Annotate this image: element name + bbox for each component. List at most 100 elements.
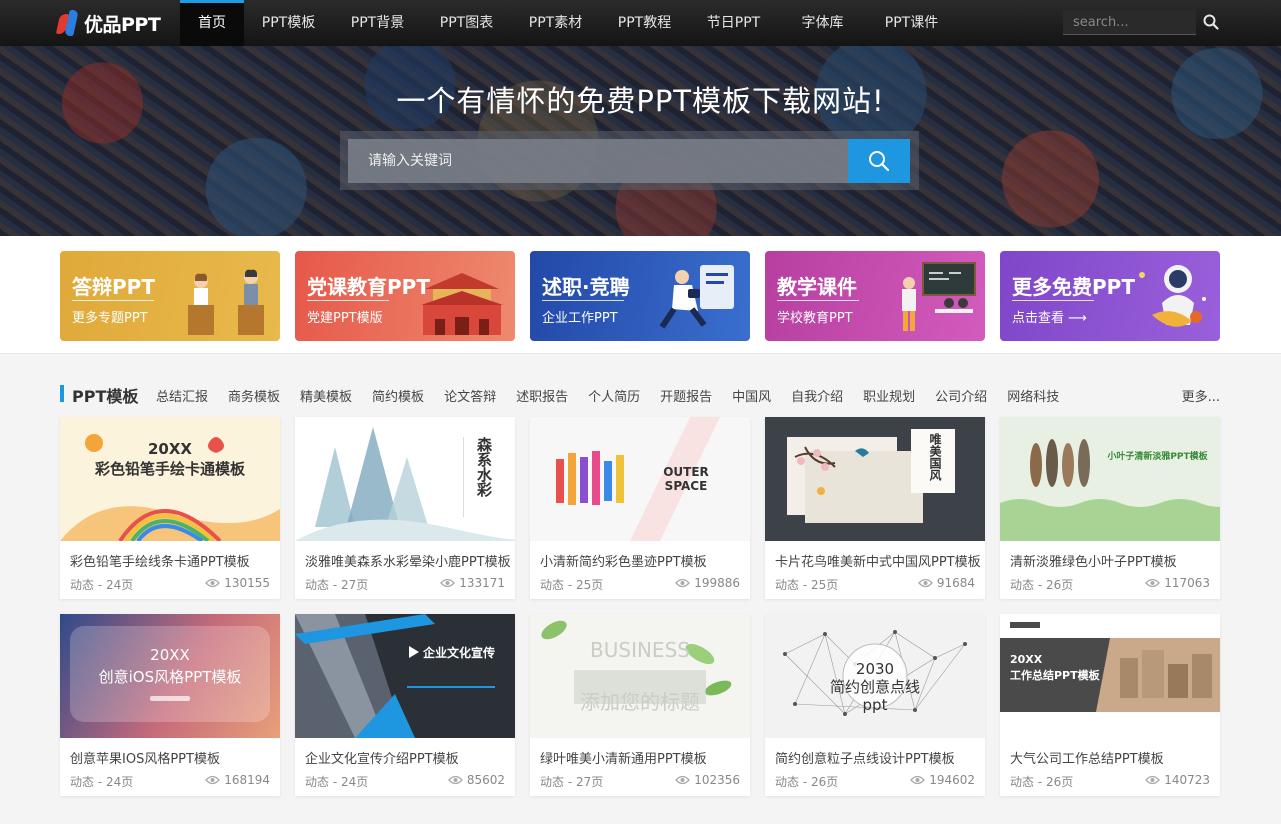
template-title[interactable]: 卡片花鸟唯美新中式中国风PPT模板	[775, 551, 980, 570]
template-title[interactable]: 简约创意粒子点线设计PPT模板	[775, 748, 980, 767]
template-card[interactable]: 唯美国风 卡片花鸟唯美新中式中国风PPT模板 动态 - 25页 91684	[765, 417, 985, 599]
tag-work-report[interactable]: 述职报告	[516, 386, 568, 405]
debate-illustration-icon	[188, 269, 264, 335]
view-count-value: 91684	[936, 576, 975, 590]
tag-chinese-style[interactable]: 中国风	[732, 386, 771, 405]
hero-search-box	[340, 131, 919, 190]
tag-summary-report[interactable]: 总结汇报	[156, 386, 208, 405]
thumbnail-title: 森系水彩	[475, 437, 493, 497]
template-card[interactable]: 20XX 彩色铅笔手绘卡通模板 彩色铅笔手绘线条卡通PPT模板 动态 - 24页…	[60, 417, 280, 599]
template-meta: 动态 - 25页	[775, 578, 839, 592]
template-card[interactable]: 20XX 创意iOS风格PPT模板 创意苹果IOS风格PPT模板 动态 - 24…	[60, 614, 280, 796]
template-card[interactable]: 企业文化宣传 企业文化宣传介绍PPT模板 动态 - 24页 85602	[295, 614, 515, 796]
template-meta: 动态 - 26页	[1010, 775, 1074, 789]
thumbnail-title: 唯美国风	[928, 433, 942, 481]
nav-ppt-backgrounds[interactable]: PPT背景	[333, 0, 422, 46]
thumbnail-title: BUSINESS 添加您的标题	[580, 638, 700, 714]
category-subtitle: 党建PPT模版	[307, 311, 383, 326]
eye-icon	[675, 578, 691, 588]
thumbnail-title: 20XX 工作总结PPT模板	[1010, 653, 1100, 682]
tag-exquisite[interactable]: 精美模板	[300, 386, 352, 405]
nav-ppt-charts[interactable]: PPT图表	[422, 0, 511, 46]
eye-icon	[917, 578, 933, 588]
template-title[interactable]: 大气公司工作总结PPT模板	[1010, 748, 1215, 767]
category-party-education-ppt[interactable]: 党课教育PPT 党建PPT模版	[295, 251, 515, 341]
more-link[interactable]: 更多...	[1182, 386, 1220, 405]
view-count-value: 140723	[1164, 773, 1210, 787]
template-card[interactable]: 小叶子清新淡雅PPT模板 清新淡雅绿色小叶子PPT模板 动态 - 26页 117…	[1000, 417, 1220, 599]
tag-resume[interactable]: 个人简历	[588, 386, 640, 405]
nav-ppt-materials[interactable]: PPT素材	[511, 0, 600, 46]
template-thumbnail[interactable]: 2030 简约创意点线ppt	[765, 614, 985, 738]
nav-holiday-ppt[interactable]: 节日PPT	[689, 0, 778, 46]
eye-icon	[205, 578, 221, 588]
template-thumbnail[interactable]: OUTER SPACE	[530, 417, 750, 541]
tag-company-intro[interactable]: 公司介绍	[935, 386, 987, 405]
template-title[interactable]: 绿叶唯美小清新通用PPT模板	[540, 748, 745, 767]
template-card[interactable]: 2030 简约创意点线ppt 简约创意粒子点线设计PPT模板 动态 - 26页 …	[765, 614, 985, 796]
tag-self-intro[interactable]: 自我介绍	[791, 386, 843, 405]
tag-simple[interactable]: 简约模板	[372, 386, 424, 405]
view-count: 194602	[910, 773, 975, 787]
template-thumbnail[interactable]: 20XX 彩色铅笔手绘卡通模板	[60, 417, 280, 541]
top-search-input[interactable]	[1063, 10, 1196, 34]
tag-thesis-defense[interactable]: 论文答辩	[444, 386, 496, 405]
tag-business[interactable]: 商务模板	[228, 386, 280, 405]
template-thumbnail[interactable]: BUSINESS 添加您的标题	[530, 614, 750, 738]
template-title[interactable]: 创意苹果IOS风格PPT模板	[70, 748, 275, 767]
category-more-free-ppt[interactable]: 更多免费PPT 点击查看 ⟶	[1000, 251, 1220, 341]
category-report-competition[interactable]: 述职·竞聘 企业工作PPT	[530, 251, 750, 341]
view-count-value: 117063	[1164, 576, 1210, 590]
template-title[interactable]: 企业文化宣传介绍PPT模板	[305, 748, 510, 767]
category-teaching-courseware[interactable]: 教学课件 学校教育PPT	[765, 251, 985, 341]
template-title[interactable]: 彩色铅笔手绘线条卡通PPT模板	[70, 551, 275, 570]
nav-ppt-tutorials[interactable]: PPT教程	[600, 0, 689, 46]
nav-home[interactable]: 首页	[180, 0, 244, 46]
template-thumbnail[interactable]: 森系水彩	[295, 417, 515, 541]
nav-ppt-templates[interactable]: PPT模板	[244, 0, 333, 46]
template-card[interactable]: OUTER SPACE 小清新简约彩色墨迹PPT模板 动态 - 25页 1998…	[530, 417, 750, 599]
tag-career-planning[interactable]: 职业规划	[863, 386, 915, 405]
template-meta: 动态 - 27页	[305, 578, 369, 592]
section-accent-bar	[60, 385, 64, 402]
category-title: 教学课件	[777, 275, 857, 299]
template-meta: 动态 - 26页	[775, 775, 839, 789]
view-count-value: 199886	[694, 576, 740, 590]
tag-proposal-report[interactable]: 开题报告	[660, 386, 712, 405]
template-meta: 动态 - 24页	[70, 775, 134, 789]
section-header: PPT模板 总结汇报 商务模板 精美模板 简约模板 论文答辩 述职报告 个人简历…	[60, 383, 1220, 406]
view-count-value: 194602	[929, 773, 975, 787]
view-count: 102356	[675, 773, 740, 787]
nav-fonts[interactable]: 字体库	[778, 0, 867, 46]
template-thumbnail[interactable]: 小叶子清新淡雅PPT模板	[1000, 417, 1220, 541]
eye-icon	[440, 578, 456, 588]
thumbnail-title: 企业文化宣传	[423, 646, 496, 660]
hero-search-input[interactable]	[348, 139, 848, 183]
template-card[interactable]: 20XX 工作总结PPT模板 大气公司工作总结PPT模板 动态 - 26页 14…	[1000, 614, 1220, 796]
thumbnail-title: 20XX 彩色铅笔手绘卡通模板	[94, 440, 245, 478]
template-thumbnail[interactable]: 企业文化宣传	[295, 614, 515, 738]
view-count: 130155	[205, 576, 270, 590]
template-thumbnail[interactable]: 20XX 工作总结PPT模板	[1000, 614, 1220, 738]
thumbnail-title: 小叶子清新淡雅PPT模板	[1107, 452, 1208, 462]
template-thumbnail[interactable]: 20XX 创意iOS风格PPT模板	[60, 614, 280, 738]
category-defense-ppt[interactable]: 答辩PPT 更多专题PPT	[60, 251, 280, 341]
template-meta: 动态 - 26页	[1010, 578, 1074, 592]
template-thumbnail[interactable]: 唯美国风	[765, 417, 985, 541]
template-card[interactable]: BUSINESS 添加您的标题 绿叶唯美小清新通用PPT模板 动态 - 27页 …	[530, 614, 750, 796]
template-title[interactable]: 小清新简约彩色墨迹PPT模板	[540, 551, 745, 570]
template-title[interactable]: 淡雅唯美森系水彩晕染小鹿PPT模板	[305, 551, 510, 570]
category-subtitle: 点击查看 ⟶	[1012, 311, 1087, 326]
tag-tech[interactable]: 网络科技	[1007, 386, 1059, 405]
template-card[interactable]: 森系水彩 淡雅唯美森系水彩晕染小鹿PPT模板 动态 - 27页 133171	[295, 417, 515, 599]
search-icon[interactable]	[1203, 14, 1219, 30]
hero-search-button[interactable]	[848, 139, 910, 183]
template-meta: 动态 - 24页	[305, 775, 369, 789]
template-title[interactable]: 清新淡雅绿色小叶子PPT模板	[1010, 551, 1215, 570]
site-logo[interactable]: 优品PPT	[55, 8, 161, 38]
nav-ppt-courseware[interactable]: PPT课件	[867, 0, 956, 46]
category-title: 述职·竞聘	[542, 275, 630, 299]
astronaut-rocket-icon	[1139, 265, 1206, 327]
thumbnail-art	[1000, 439, 1220, 541]
view-count-value: 85602	[466, 773, 505, 787]
